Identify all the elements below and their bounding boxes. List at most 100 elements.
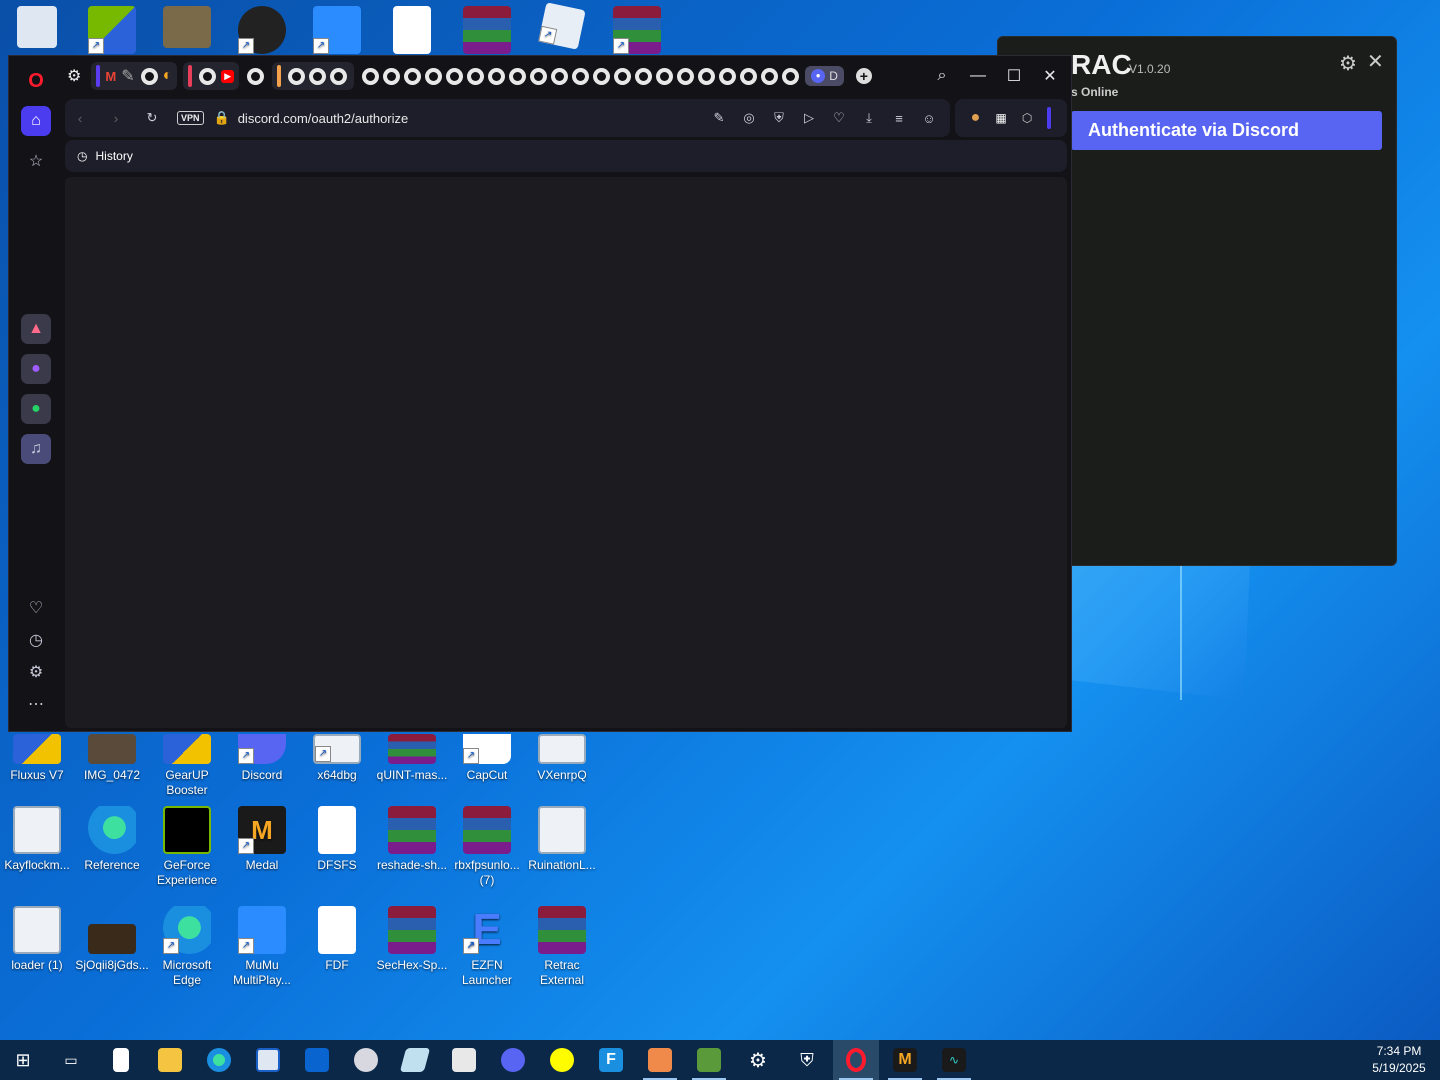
back-icon[interactable]: ‹ xyxy=(65,111,95,126)
tab-icon[interactable] xyxy=(509,67,527,85)
nvidia-shortcut-icon[interactable] xyxy=(75,6,149,58)
tab-group-3[interactable] xyxy=(272,62,355,90)
vpn-badge[interactable]: VPN xyxy=(177,111,204,125)
desktop-icon-edge[interactable]: Microsoft Edge xyxy=(150,906,224,988)
taskbar-file[interactable] xyxy=(98,1040,144,1080)
desktop-icon-reshade[interactable]: reshade-sh... xyxy=(375,806,449,873)
gear-icon[interactable]: ⚙ xyxy=(1339,51,1357,76)
more-icon[interactable]: ⋯ xyxy=(21,689,51,719)
desktop-icon-rbxfps[interactable]: rbxfpsunlo... (7) xyxy=(450,806,524,888)
music-player-icon[interactable]: ♫ xyxy=(21,434,51,464)
close-button[interactable]: ✕ xyxy=(1032,56,1068,96)
taskbar-app6[interactable]: ∿ xyxy=(931,1040,977,1080)
tab-icon[interactable] xyxy=(199,67,217,85)
tab-icon[interactable] xyxy=(656,67,674,85)
gmail-tab-icon[interactable]: M xyxy=(105,69,116,84)
youtube-tab-icon[interactable]: ▶ xyxy=(221,69,235,83)
desktop-icon-ezfn[interactable]: EEZFN Launcher xyxy=(450,906,524,988)
close-icon[interactable]: ✕ xyxy=(1367,49,1384,74)
clock-icon[interactable]: ◷ xyxy=(21,625,51,655)
authenticate-discord-button[interactable]: Authenticate via Discord xyxy=(1071,111,1382,150)
profile-icon[interactable]: ☺ xyxy=(914,111,944,126)
whatsapp-icon[interactable]: ● xyxy=(21,394,51,424)
tab-icon[interactable] xyxy=(467,67,485,85)
opera-logo-icon[interactable]: O xyxy=(21,66,51,96)
camera-icon[interactable]: ◎ xyxy=(734,110,764,126)
taskbar-edge[interactable] xyxy=(196,1040,242,1080)
tab-icon[interactable] xyxy=(362,67,380,85)
desktop-icon-loader[interactable]: loader (1) xyxy=(0,906,74,973)
tab-settings-icon[interactable]: ⚙ xyxy=(67,66,81,86)
desktop-icon-geforce[interactable]: GeForce Experience xyxy=(150,806,224,888)
taskbar-explorer[interactable] xyxy=(147,1040,193,1080)
history-bookmark[interactable]: History xyxy=(95,149,132,163)
tab-icon[interactable] xyxy=(140,67,158,85)
taskbar-game[interactable] xyxy=(686,1040,732,1080)
tab-icon[interactable] xyxy=(740,67,758,85)
forward-icon[interactable]: › xyxy=(101,111,131,126)
desktop-icon-ruination[interactable]: RuinationL... xyxy=(525,806,599,873)
tab-icon[interactable] xyxy=(719,67,737,85)
aria-icon[interactable]: ▲ xyxy=(21,314,51,344)
obs-icon[interactable] xyxy=(225,6,299,58)
desktop-icon-medal[interactable]: MMedal xyxy=(225,806,299,873)
taskbar-snapchat[interactable] xyxy=(539,1040,585,1080)
desktop-icon-video[interactable]: SjOqii8jGds... xyxy=(75,906,149,973)
tab-icon[interactable] xyxy=(572,67,590,85)
taskbar-app5[interactable] xyxy=(637,1040,683,1080)
desktop-icon-reference[interactable]: Reference xyxy=(75,806,149,873)
tab-icon[interactable] xyxy=(309,67,327,85)
tab-icon[interactable] xyxy=(593,67,611,85)
desktop-icon-mumu[interactable]: MuMu MultiPlay... xyxy=(225,906,299,988)
download-icon[interactable]: ⤓ xyxy=(854,110,884,126)
tab-icon[interactable] xyxy=(761,67,779,85)
tab-icon[interactable]: ✎ xyxy=(121,66,134,86)
tab-icon[interactable] xyxy=(614,67,632,85)
taskbar-discord[interactable] xyxy=(490,1040,536,1080)
taskbar-medal[interactable]: M xyxy=(882,1040,928,1080)
taskbar-app3[interactable] xyxy=(392,1040,438,1080)
tab-icon[interactable] xyxy=(404,67,422,85)
heart-icon[interactable]: ♡ xyxy=(824,110,854,126)
recycle-bin-icon[interactable] xyxy=(0,6,74,52)
shield-icon[interactable]: ⛨ xyxy=(764,110,794,126)
search-icon[interactable]: ⌕ xyxy=(924,56,960,96)
easy-setup-icon[interactable]: ≡ xyxy=(884,111,914,126)
taskbar-f-app[interactable]: F xyxy=(588,1040,634,1080)
browser-window[interactable]: O ⌂ ☆ ▲ ● ● ♫ ♡ ◷ ⚙ ⋯ ⚙ M ✎ ◐ ▶ ● D + ⌕ … xyxy=(8,55,1072,732)
tab-icon[interactable] xyxy=(677,67,695,85)
settings-icon[interactable]: ⚙ xyxy=(21,657,51,687)
desktop-icon-fdf[interactable]: FDF xyxy=(300,906,374,973)
minimize-button[interactable]: — xyxy=(960,56,996,96)
star-icon[interactable]: ☆ xyxy=(21,146,51,176)
tab-icon[interactable] xyxy=(551,67,569,85)
taskbar-opera[interactable] xyxy=(833,1040,879,1080)
tab-icon[interactable]: ◐ xyxy=(163,67,173,85)
taskbar-app[interactable] xyxy=(245,1040,291,1080)
tab-group-1[interactable]: M ✎ ◐ xyxy=(91,62,178,90)
winrar-admin-icon[interactable] xyxy=(600,6,674,58)
play-icon[interactable]: ▷ xyxy=(794,110,824,126)
url-text[interactable]: discord.com/oauth2/authorize xyxy=(238,111,704,126)
cookie-extension-icon[interactable]: ● xyxy=(971,109,981,127)
taskbar-settings[interactable]: ⚙ xyxy=(735,1040,781,1080)
maximize-button[interactable]: ☐ xyxy=(996,56,1032,96)
address-bar[interactable]: ‹ › ↻ VPN 🔒 discord.com/oauth2/authorize… xyxy=(65,99,950,137)
messenger-icon[interactable]: ● xyxy=(21,354,51,384)
tab-icon[interactable] xyxy=(635,67,653,85)
taskbar-outlook[interactable] xyxy=(294,1040,340,1080)
tab-icon[interactable] xyxy=(288,67,306,85)
start-button[interactable]: ⊞ xyxy=(0,1040,46,1080)
mumu-icon[interactable] xyxy=(300,6,374,58)
desktop-icon-kayflock[interactable]: Kayflockm... xyxy=(0,806,74,873)
reload-icon[interactable]: ↻ xyxy=(137,110,167,126)
page-content[interactable] xyxy=(65,177,1067,728)
system-clock[interactable]: 7:34 PM 5/19/2025 xyxy=(1364,1043,1434,1077)
blank-file-icon[interactable] xyxy=(375,6,449,58)
desktop-icon-sechex[interactable]: SecHex-Sp... xyxy=(375,906,449,973)
tab-icon[interactable] xyxy=(330,67,348,85)
qr-extension-icon[interactable]: ▦ xyxy=(995,111,1006,125)
tab-icon[interactable] xyxy=(446,67,464,85)
tab-icon[interactable] xyxy=(488,67,506,85)
new-tab-button[interactable]: + xyxy=(855,68,872,84)
